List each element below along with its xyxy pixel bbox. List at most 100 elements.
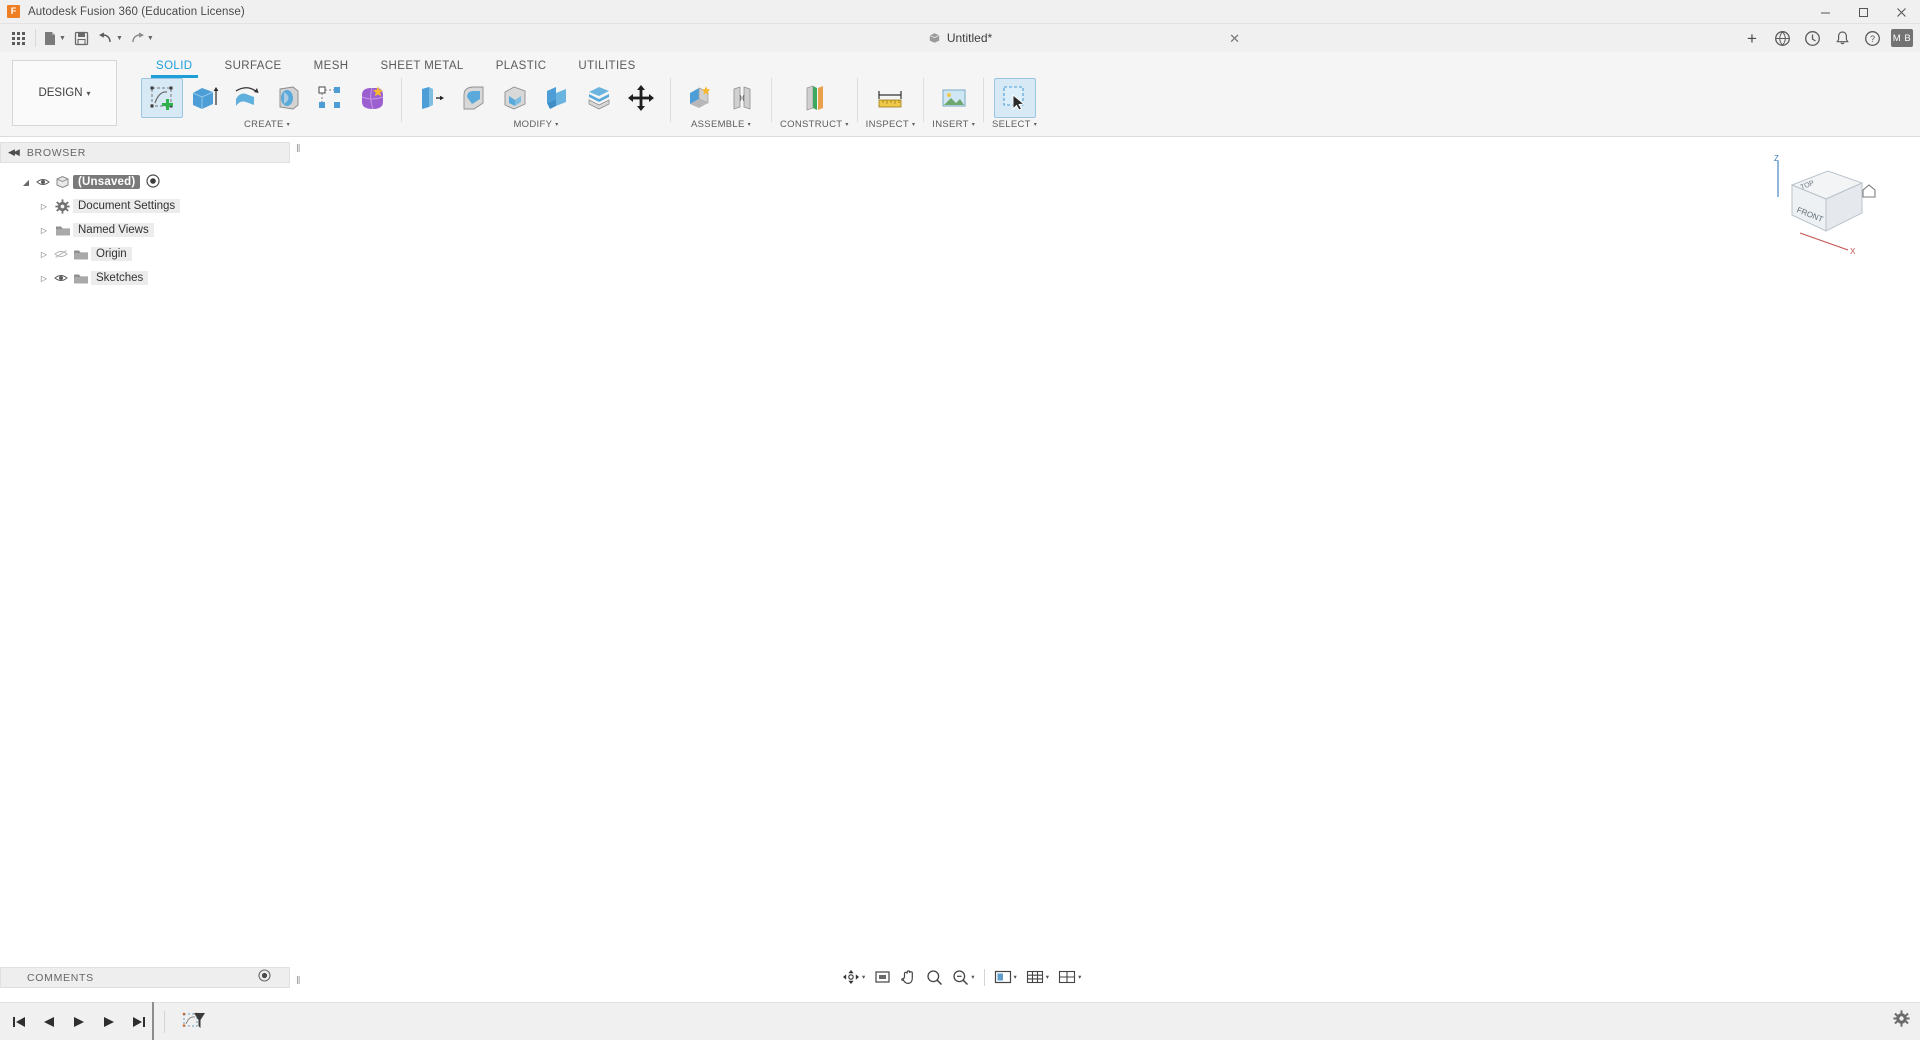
skip-start-icon[interactable] [8, 1011, 30, 1033]
selected-circle [1139, 632, 1269, 684]
job-status-icon[interactable] [1798, 26, 1826, 50]
pattern-icon[interactable] [309, 78, 351, 118]
grid-menu-icon[interactable] [5, 26, 31, 50]
avatar[interactable]: M B [1891, 29, 1913, 47]
shell-icon[interactable] [494, 78, 536, 118]
file-icon[interactable]: ▼ [40, 26, 69, 50]
construct-label: CONSTRUCT [780, 119, 843, 130]
chevron-down-icon: ▾ [911, 122, 916, 128]
maximize-button[interactable] [1844, 0, 1882, 24]
eye-icon[interactable] [34, 177, 52, 187]
chevron-down-icon[interactable]: ▾ [1014, 973, 1017, 981]
timeline-marker[interactable] [152, 1002, 154, 1040]
close-button[interactable] [1882, 0, 1920, 24]
save-icon[interactable] [69, 26, 95, 50]
document-tab[interactable]: Untitled* ✕ [730, 24, 1240, 52]
document-tab-close-icon[interactable]: ✕ [1229, 31, 1240, 47]
document-icon [52, 175, 73, 189]
offset-plane-icon[interactable] [793, 78, 835, 118]
bell-icon[interactable] [1828, 26, 1856, 50]
workspace-switcher[interactable]: DESIGN ▾ [12, 60, 117, 126]
extrude-icon[interactable] [183, 78, 225, 118]
move-copy-icon[interactable] [620, 78, 662, 118]
display-settings-icon[interactable]: ▾ [990, 965, 1021, 989]
ribbon-group-insert-label[interactable]: INSERT ▾ [932, 119, 975, 130]
measure-icon[interactable] [869, 78, 911, 118]
timeline-feature-sketch[interactable] [179, 1008, 209, 1036]
comments-record-icon[interactable] [258, 968, 271, 987]
add-tab-button[interactable]: + [1738, 26, 1766, 50]
tab-sheet-metal[interactable]: SHEET METAL [364, 52, 479, 78]
undo-menu-caret[interactable]: ▼ [116, 35, 123, 42]
new-component-icon[interactable] [679, 78, 721, 118]
viewports-icon[interactable]: ▾ [1054, 965, 1085, 989]
collapse-left-icon[interactable]: ◀◀ [8, 147, 20, 158]
view-cube[interactable]: Z X TOP FRONT [1770, 154, 1880, 260]
zoom-window-icon[interactable]: ▾ [948, 965, 978, 989]
twisty-icon[interactable]: ▷ [36, 274, 52, 283]
undo-icon[interactable]: ▼ [95, 26, 126, 50]
revolve-icon[interactable] [225, 78, 267, 118]
combine-icon[interactable] [536, 78, 578, 118]
tab-surface[interactable]: SURFACE [209, 52, 298, 78]
twisty-icon[interactable]: ◢ [18, 178, 34, 187]
sweep-icon[interactable] [267, 78, 309, 118]
comments-header[interactable]: COMMENTS [0, 967, 290, 988]
grid-snaps-icon[interactable]: ▾ [1022, 965, 1053, 989]
browser-resize-grip[interactable]: ‖ [296, 143, 301, 155]
create-sketch-icon[interactable] [141, 78, 183, 118]
split-body-icon[interactable] [578, 78, 620, 118]
extensions-icon[interactable] [1768, 26, 1796, 50]
eye-icon[interactable] [52, 273, 70, 283]
ribbon-group-assemble-label[interactable]: ASSEMBLE ▾ [691, 119, 751, 130]
tree-row-sketches[interactable]: ▷ Sketches [0, 266, 300, 290]
gear-icon[interactable] [1893, 1010, 1910, 1032]
browser-header[interactable]: ◀◀ BROWSER [0, 142, 290, 163]
insert-canvas-icon[interactable] [933, 78, 975, 118]
help-icon[interactable]: ? [1858, 26, 1886, 50]
tab-mesh[interactable]: MESH [298, 52, 365, 78]
inspect-label: INSPECT [865, 119, 909, 130]
step-forward-icon[interactable] [98, 1011, 120, 1033]
twisty-icon[interactable]: ▷ [36, 226, 52, 235]
look-at-icon[interactable] [870, 965, 895, 989]
eye-hidden-icon[interactable] [52, 249, 70, 259]
chevron-down-icon[interactable]: ▾ [1046, 973, 1049, 981]
select-window-icon[interactable] [993, 78, 1036, 118]
chevron-down-icon[interactable]: ▾ [862, 973, 865, 981]
tab-utilities[interactable]: UTILITIES [562, 52, 651, 78]
ribbon-group-inspect-label[interactable]: INSPECT ▾ [866, 119, 916, 130]
orbit-icon[interactable]: ▾ [838, 965, 869, 989]
zoom-icon[interactable] [922, 965, 947, 989]
tab-solid[interactable]: SOLID [140, 52, 209, 78]
file-menu-caret[interactable]: ▼ [59, 35, 66, 42]
tree-row-document-settings[interactable]: ▷ Document Settings [0, 194, 300, 218]
step-back-icon[interactable] [38, 1011, 60, 1033]
joint-icon[interactable] [721, 78, 763, 118]
play-icon[interactable] [68, 1011, 90, 1033]
twisty-icon[interactable]: ▷ [36, 250, 52, 259]
tree-row-named-views[interactable]: ▷ Named Views [0, 218, 300, 242]
minimize-button[interactable] [1806, 0, 1844, 24]
ribbon-group-create-label[interactable]: CREATE ▾ [244, 119, 290, 130]
chevron-down-icon[interactable]: ▾ [1078, 973, 1081, 981]
ribbon-group-construct-label[interactable]: CONSTRUCT ▾ [780, 119, 849, 130]
twisty-icon[interactable]: ▷ [36, 202, 52, 211]
chevron-down-icon[interactable]: ▾ [971, 973, 974, 981]
view-navigation-bar: ▾ ▾ ▾ ▾ ▾ [838, 964, 1085, 990]
skip-end-icon[interactable] [128, 1011, 150, 1033]
pan-icon[interactable] [896, 965, 921, 989]
redo-menu-caret[interactable]: ▼ [147, 35, 154, 42]
tab-sheet-metal-label: SHEET METAL [380, 60, 464, 72]
tab-plastic[interactable]: PLASTIC [480, 52, 563, 78]
tree-row-origin[interactable]: ▷ Origin [0, 242, 300, 266]
tree-row-unsaved[interactable]: ◢ (Unsaved) [0, 170, 300, 194]
ribbon-group-modify-label[interactable]: MODIFY ▾ [513, 119, 558, 130]
fillet-icon[interactable] [452, 78, 494, 118]
comments-resize-grip[interactable]: ‖ [296, 975, 301, 987]
ribbon-group-select-label[interactable]: SELECT ▾ [992, 119, 1037, 130]
record-dot-icon[interactable] [146, 173, 161, 191]
form-icon[interactable] [351, 78, 393, 118]
press-pull-icon[interactable] [410, 78, 452, 118]
redo-icon[interactable]: ▼ [126, 26, 157, 50]
